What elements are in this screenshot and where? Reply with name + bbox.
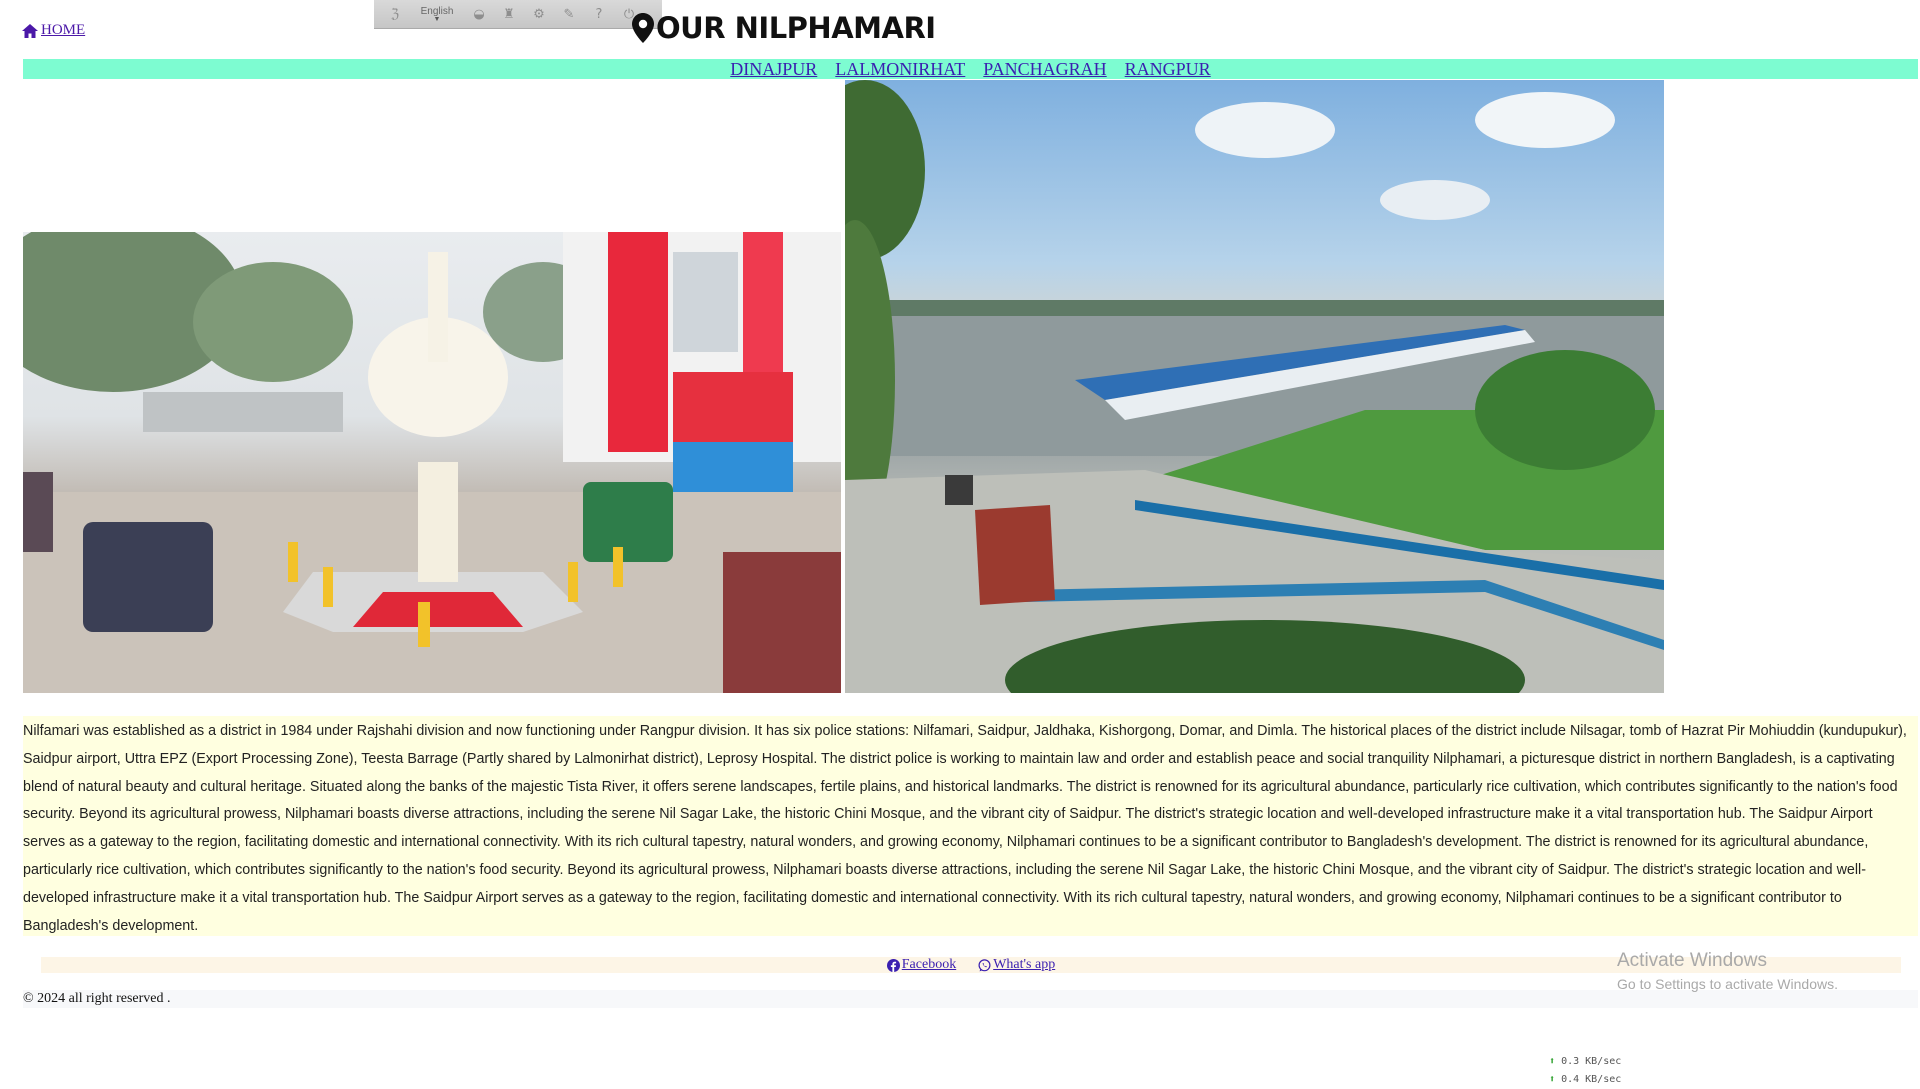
activate-windows-subtitle: Go to Settings to activate Windows. [1617, 976, 1838, 992]
home-icon [22, 23, 38, 38]
network-speed-meter: ⬆ 0.3 KB/sec ⬆ 0.4 KB/sec [1549, 1053, 1621, 1089]
speaker-icon[interactable]: ◒ [464, 2, 494, 26]
whatsapp-label: What's app [993, 957, 1056, 972]
copyright-text: © 2024 all right reserved . [23, 991, 171, 1006]
facebook-link[interactable]: Facebook [886, 957, 957, 973]
activate-windows-title: Activate Windows [1617, 950, 1767, 971]
map-pin-icon [632, 13, 654, 43]
site-title-text: OUR NILPHAMARI [656, 11, 936, 45]
edit-icon[interactable]: ✎ [554, 2, 584, 26]
translate-toolbar: ℨ English ▼ ◒ ♜ ⚙ ✎ ? ⏻ [374, 0, 662, 29]
whatsapp-link[interactable]: What's app [978, 957, 1055, 973]
upload-speed: 0.3 KB/sec [1561, 1056, 1622, 1067]
chevron-down-icon: ▼ [433, 15, 441, 23]
whatsapp-icon [978, 958, 991, 971]
nav-link-panchagrah[interactable]: PANCHAGRAH [983, 59, 1106, 79]
nav-link-dinajpur[interactable]: DINAJPUR [730, 59, 817, 79]
facebook-icon [886, 958, 900, 972]
nav-link-lalmonirhat[interactable]: LALMONIRHAT [835, 59, 965, 79]
language-select[interactable]: English ▼ [410, 2, 464, 26]
district-description: Nilfamari was established as a district … [23, 716, 1918, 936]
district-nav: DINAJPUR LALMONIRHAT PANCHAGRAH RANGPUR [23, 59, 1918, 79]
nav-link-rangpur[interactable]: RANGPUR [1125, 59, 1211, 79]
activate-windows-watermark: Activate Windows Go to Settings to activ… [1617, 950, 1838, 995]
home-label: HOME [41, 22, 86, 38]
facebook-label: Facebook [901, 957, 957, 972]
translate-icon[interactable]: ℨ [380, 2, 410, 26]
gear-icon[interactable]: ⚙ [524, 2, 554, 26]
language-label: English [420, 5, 454, 17]
upload-arrow-icon: ⬆ [1549, 1056, 1556, 1067]
home-link[interactable]: HOME [22, 22, 85, 39]
photo-barrage [845, 80, 1664, 693]
photo-roundabout [23, 232, 841, 693]
site-title: OUR NILPHAMARI [632, 8, 936, 48]
brush-icon[interactable]: ♜ [494, 2, 524, 26]
help-icon[interactable]: ? [584, 2, 614, 26]
